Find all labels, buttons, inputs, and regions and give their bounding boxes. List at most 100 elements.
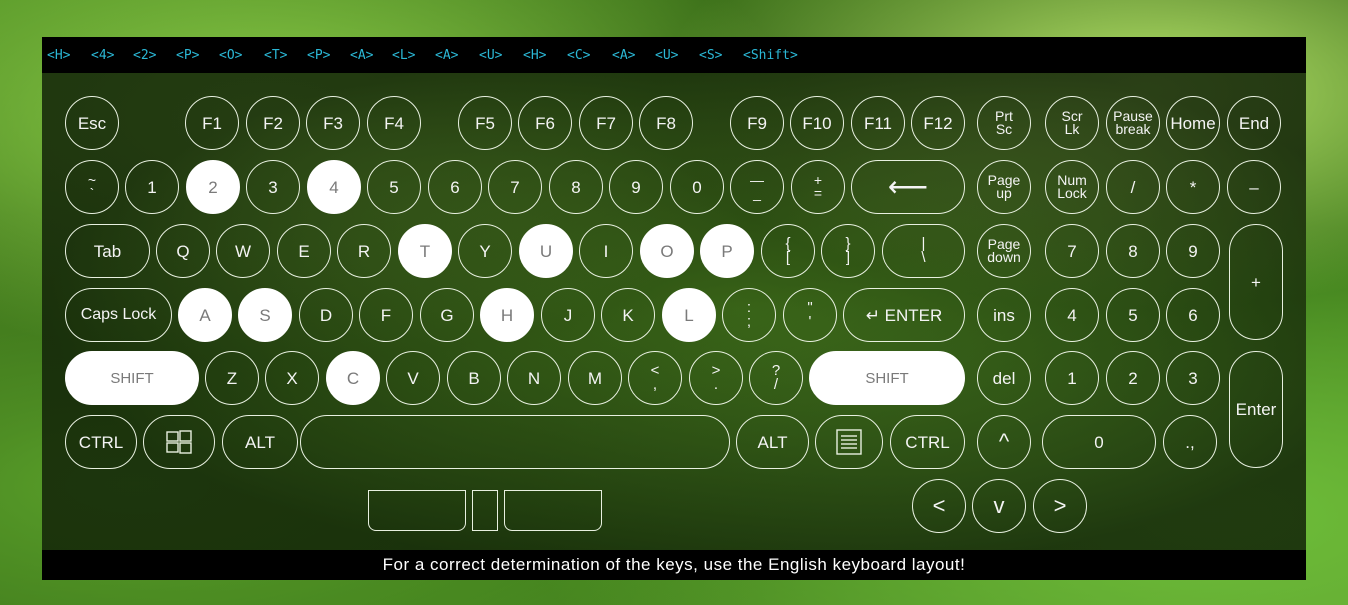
key-f11[interactable]: F11 bbox=[851, 96, 905, 150]
key-arrow-down[interactable]: v bbox=[972, 479, 1026, 533]
key-6[interactable]: 6 bbox=[428, 160, 482, 214]
key-equals[interactable]: + = bbox=[791, 160, 845, 214]
key-numpad-0[interactable]: 0 bbox=[1042, 415, 1156, 469]
key-windows[interactable] bbox=[143, 415, 215, 469]
key-f8[interactable]: F8 bbox=[639, 96, 693, 150]
key-numpad-8[interactable]: 8 bbox=[1106, 224, 1160, 278]
key-numpad-divide[interactable]: / bbox=[1106, 160, 1160, 214]
key-scroll-lock[interactable]: Scr Lk bbox=[1045, 96, 1099, 150]
key-t[interactable]: T bbox=[398, 224, 452, 278]
key-tab[interactable]: Tab bbox=[65, 224, 150, 278]
key-4[interactable]: 4 bbox=[307, 160, 361, 214]
key-space[interactable] bbox=[300, 415, 730, 469]
key-backspace[interactable]: ⟵ bbox=[851, 160, 965, 214]
key-numpad-enter[interactable]: Enter bbox=[1229, 351, 1283, 468]
key-print-screen[interactable]: Prt Sc bbox=[977, 96, 1031, 150]
mouse-left-button[interactable] bbox=[368, 490, 466, 531]
key-numpad-2[interactable]: 2 bbox=[1106, 351, 1160, 405]
key-f4[interactable]: F4 bbox=[367, 96, 421, 150]
key-h[interactable]: H bbox=[480, 288, 534, 342]
key-enter[interactable]: ↵ ENTER bbox=[843, 288, 965, 342]
key-right-alt[interactable]: ALT bbox=[736, 415, 809, 469]
key-v[interactable]: V bbox=[386, 351, 440, 405]
key-numpad-6[interactable]: 6 bbox=[1166, 288, 1220, 342]
key-k[interactable]: K bbox=[601, 288, 655, 342]
key-numpad-multiply[interactable]: * bbox=[1166, 160, 1220, 214]
key-numpad-subtract[interactable]: – bbox=[1227, 160, 1281, 214]
key-d[interactable]: D bbox=[299, 288, 353, 342]
key-backslash[interactable]: | \ bbox=[882, 224, 965, 278]
key-comma[interactable]: <, bbox=[628, 351, 682, 405]
key-l[interactable]: L bbox=[662, 288, 716, 342]
key-7[interactable]: 7 bbox=[488, 160, 542, 214]
key-arrow-left[interactable]: < bbox=[912, 479, 966, 533]
key-home[interactable]: Home bbox=[1166, 96, 1220, 150]
key-caps-lock[interactable]: Caps Lock bbox=[65, 288, 172, 342]
key-3[interactable]: 3 bbox=[246, 160, 300, 214]
key-pause-break[interactable]: Pause break bbox=[1106, 96, 1160, 150]
key-esc[interactable]: Esc bbox=[65, 96, 119, 150]
key-end[interactable]: End bbox=[1227, 96, 1281, 150]
key-left-ctrl[interactable]: CTRL bbox=[65, 415, 137, 469]
key-numpad-7[interactable]: 7 bbox=[1045, 224, 1099, 278]
key-n[interactable]: N bbox=[507, 351, 561, 405]
key-numpad-add[interactable]: + bbox=[1229, 224, 1283, 340]
key-arrow-right[interactable]: > bbox=[1033, 479, 1087, 533]
key-page-up[interactable]: Page up bbox=[977, 160, 1031, 214]
key-numpad-4[interactable]: 4 bbox=[1045, 288, 1099, 342]
key-u[interactable]: U bbox=[519, 224, 573, 278]
key-numpad-1[interactable]: 1 bbox=[1045, 351, 1099, 405]
key-f7[interactable]: F7 bbox=[579, 96, 633, 150]
key-c[interactable]: C bbox=[326, 351, 380, 405]
key-a[interactable]: A bbox=[178, 288, 232, 342]
key-left-bracket[interactable]: {[ bbox=[761, 224, 815, 278]
key-m[interactable]: M bbox=[568, 351, 622, 405]
key-9[interactable]: 9 bbox=[609, 160, 663, 214]
key-f5[interactable]: F5 bbox=[458, 96, 512, 150]
mouse-right-button[interactable] bbox=[504, 490, 602, 531]
key-q[interactable]: Q bbox=[156, 224, 210, 278]
key-f1[interactable]: F1 bbox=[185, 96, 239, 150]
key-numpad-3[interactable]: 3 bbox=[1166, 351, 1220, 405]
key-numpad-9[interactable]: 9 bbox=[1166, 224, 1220, 278]
key-page-down[interactable]: Page down bbox=[977, 224, 1031, 278]
key-w[interactable]: W bbox=[216, 224, 270, 278]
key-tilde[interactable]: ~ ` bbox=[65, 160, 119, 214]
key-p[interactable]: P bbox=[700, 224, 754, 278]
key-context-menu[interactable] bbox=[815, 415, 883, 469]
key-insert[interactable]: ins bbox=[977, 288, 1031, 342]
key-i[interactable]: I bbox=[579, 224, 633, 278]
key-numpad-5[interactable]: 5 bbox=[1106, 288, 1160, 342]
key-8[interactable]: 8 bbox=[549, 160, 603, 214]
key-0[interactable]: 0 bbox=[670, 160, 724, 214]
key-f2[interactable]: F2 bbox=[246, 96, 300, 150]
key-f12[interactable]: F12 bbox=[911, 96, 965, 150]
key-s[interactable]: S bbox=[238, 288, 292, 342]
key-5[interactable]: 5 bbox=[367, 160, 421, 214]
key-arrow-up[interactable]: ^ bbox=[977, 415, 1031, 469]
key-2[interactable]: 2 bbox=[186, 160, 240, 214]
key-o[interactable]: O bbox=[640, 224, 694, 278]
key-1[interactable]: 1 bbox=[125, 160, 179, 214]
key-b[interactable]: B bbox=[447, 351, 501, 405]
key-minus[interactable]: — _ bbox=[730, 160, 784, 214]
key-numpad-decimal[interactable]: ., bbox=[1163, 415, 1217, 469]
key-f[interactable]: F bbox=[359, 288, 413, 342]
key-slash[interactable]: ? / bbox=[749, 351, 803, 405]
key-f9[interactable]: F9 bbox=[730, 96, 784, 150]
key-x[interactable]: X bbox=[265, 351, 319, 405]
key-e[interactable]: E bbox=[277, 224, 331, 278]
mouse-wheel[interactable] bbox=[472, 490, 498, 531]
key-right-shift[interactable]: SHIFT bbox=[809, 351, 965, 405]
key-r[interactable]: R bbox=[337, 224, 391, 278]
key-left-shift[interactable]: SHIFT bbox=[65, 351, 199, 405]
key-semicolon[interactable]: :; bbox=[722, 288, 776, 342]
key-right-ctrl[interactable]: CTRL bbox=[890, 415, 965, 469]
key-f10[interactable]: F10 bbox=[790, 96, 844, 150]
key-j[interactable]: J bbox=[541, 288, 595, 342]
key-y[interactable]: Y bbox=[458, 224, 512, 278]
key-period[interactable]: >. bbox=[689, 351, 743, 405]
key-f3[interactable]: F3 bbox=[306, 96, 360, 150]
key-quote[interactable]: " ' bbox=[783, 288, 837, 342]
key-delete[interactable]: del bbox=[977, 351, 1031, 405]
